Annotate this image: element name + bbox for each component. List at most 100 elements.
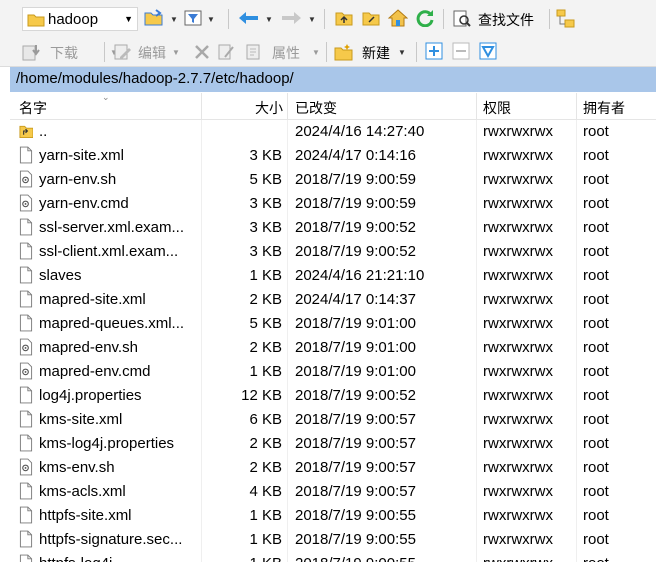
- file-modified: 2018/7/19 9:00:59: [295, 171, 416, 188]
- file-name: ..: [39, 123, 48, 140]
- sort-chevron-icon: ⌄: [102, 92, 110, 102]
- file-modified: 2018/7/19 9:00:57: [295, 459, 416, 476]
- file-icon: [19, 410, 33, 428]
- column-divider[interactable]: [576, 93, 577, 119]
- file-name: mapred-queues.xml...: [39, 315, 185, 332]
- file-modified: 2024/4/16 14:27:40: [295, 123, 425, 140]
- find-files-button[interactable]: 查找文件: [450, 7, 546, 31]
- file-row[interactable]: httpfs-signature.sec... 1 KB 2018/7/19 9:0…: [10, 528, 656, 552]
- file-name: httpfs-log4j...: [39, 555, 201, 562]
- file-permissions: rwxrwxrwx: [483, 219, 553, 236]
- column-divider[interactable]: [201, 93, 202, 119]
- column-divider[interactable]: [287, 93, 288, 119]
- root-directory-icon[interactable]: [362, 10, 380, 26]
- file-name: ssl-client.xml.exam...: [39, 243, 179, 260]
- file-permissions: rwxrwxrwx: [483, 123, 553, 140]
- column-modified-header[interactable]: 已改变: [295, 98, 337, 118]
- properties-button[interactable]: 属性 ▼: [244, 40, 320, 64]
- file-row[interactable]: mapred-env.cmd 1 KB 2018/7/19 9:01:00 rwxrw…: [10, 360, 656, 384]
- file-row[interactable]: yarn-site.xml 3 KB 2024/4/17 0:14:16 rwxrwx…: [10, 144, 656, 168]
- back-arrow-icon[interactable]: [238, 11, 260, 25]
- file-permissions: rwxrwxrwx: [483, 339, 553, 356]
- select-filter-icon[interactable]: [479, 42, 497, 60]
- column-name-header[interactable]: 名字: [19, 98, 47, 118]
- file-row[interactable]: kms-log4j.properties 2 KB 2018/7/19 9:00:5…: [10, 432, 656, 456]
- file-permissions: rwxrwxrwx: [483, 507, 553, 524]
- file-row[interactable]: kms-acls.xml 4 KB 2018/7/19 9:00:57 rwxrwxr…: [10, 480, 656, 504]
- minus-icon[interactable]: [452, 42, 470, 60]
- file-icon: [19, 554, 33, 562]
- file-icon: [19, 482, 33, 500]
- file-name: kms-env.sh: [39, 459, 115, 476]
- rename-icon[interactable]: [218, 43, 236, 61]
- file-size: 1 KB: [249, 531, 282, 548]
- chevron-down-icon[interactable]: ▼: [265, 15, 273, 24]
- file-icon: [19, 218, 33, 236]
- file-owner: root: [583, 147, 609, 164]
- tree-view-icon[interactable]: [556, 9, 576, 29]
- edit-button[interactable]: 编辑 ▼: [112, 40, 182, 64]
- refresh-icon[interactable]: [415, 9, 435, 27]
- file-row[interactable]: yarn-env.cmd 3 KB 2018/7/19 9:00:59 rwxrwxr…: [10, 192, 656, 216]
- file-row[interactable]: mapred-site.xml 2 KB 2024/4/17 0:14:37 rwxr…: [10, 288, 656, 312]
- chevron-down-icon: ▼: [172, 48, 180, 57]
- directory-dropdown[interactable]: hadoop ▼: [22, 7, 138, 31]
- column-size-header[interactable]: 大小: [255, 98, 283, 118]
- file-row[interactable]: yarn-env.sh 5 KB 2018/7/19 9:00:59 rwxrwxrw…: [10, 168, 656, 192]
- chevron-down-icon[interactable]: ▼: [207, 15, 215, 24]
- file-permissions: rwxrwxrwx: [483, 315, 553, 332]
- file-row[interactable]: mapred-env.sh 2 KB 2018/7/19 9:01:00 rwxrwx…: [10, 336, 656, 360]
- delete-icon[interactable]: [194, 44, 210, 60]
- file-name: mapred-env.cmd: [39, 363, 151, 380]
- filter-icon[interactable]: [184, 10, 202, 26]
- file-row[interactable]: log4j.properties 12 KB 2018/7/19 9:00:52 rw…: [10, 384, 656, 408]
- chevron-down-icon[interactable]: ▼: [170, 15, 178, 24]
- file-row[interactable]: kms-site.xml 6 KB 2018/7/19 9:00:57 rwxrwxr…: [10, 408, 656, 432]
- toolbar-separator: [549, 9, 550, 29]
- plus-icon[interactable]: [425, 42, 443, 60]
- home-icon[interactable]: [388, 9, 408, 27]
- file-row[interactable]: httpfs-log4j... 1 KB 2018/7/19 9:00:55 rwxr…: [10, 552, 656, 562]
- file-row[interactable]: kms-env.sh 2 KB 2018/7/19 9:00:57 rwxrwxrwx…: [10, 456, 656, 480]
- column-header: 名字 ⌄ 大小 已改变 权限 拥有者: [10, 92, 656, 120]
- file-owner: root: [583, 555, 609, 562]
- new-button[interactable]: 新建 ▼: [332, 40, 408, 64]
- file-owner: root: [583, 387, 609, 404]
- path-bar[interactable]: /home/modules/hadoop-2.7.7/etc/hadoop/: [10, 67, 656, 92]
- column-owner-header[interactable]: 拥有者: [583, 98, 625, 118]
- open-folder-icon[interactable]: [144, 9, 164, 27]
- file-row[interactable]: .. 2024/4/16 14:27:40 rwxrwxrwx root: [10, 120, 656, 144]
- file-size: 1 KB: [210, 555, 282, 562]
- file-list: .. 2024/4/16 14:27:40 rwxrwxrwx root yarn-si…: [10, 120, 656, 562]
- chevron-down-icon: ▼: [398, 48, 406, 57]
- file-row[interactable]: slaves 1 KB 2024/4/16 21:21:10 rwxrwxrwx roo…: [10, 264, 656, 288]
- download-button[interactable]: 下载 ▼: [20, 40, 118, 64]
- file-owner: root: [583, 507, 609, 524]
- file-row[interactable]: ssl-client.xml.exam... 3 KB 2018/7/19 9:00…: [10, 240, 656, 264]
- file-permissions: rwxrwxrwx: [483, 555, 553, 562]
- file-permissions: rwxrwxrwx: [483, 171, 553, 188]
- file-row[interactable]: ssl-server.xml.exam... 3 KB 2018/7/19 9:00…: [10, 216, 656, 240]
- toolbar-separator: [443, 9, 444, 29]
- file-permissions: rwxrwxrwx: [483, 291, 553, 308]
- file-owner: root: [583, 291, 609, 308]
- file-size: 2 KB: [249, 339, 282, 356]
- file-row[interactable]: httpfs-site.xml 1 KB 2018/7/19 9:00:55 rwxr…: [10, 504, 656, 528]
- file-name: ssl-server.xml.exam...: [39, 219, 185, 236]
- file-size: 3 KB: [249, 195, 282, 212]
- file-icon: [19, 434, 33, 452]
- file-modified: 2024/4/17 0:14:16: [295, 147, 416, 164]
- file-name: log4j.properties: [39, 387, 142, 404]
- file-name: httpfs-signature.sec...: [39, 531, 183, 548]
- column-permissions-header[interactable]: 权限: [483, 98, 511, 118]
- file-row[interactable]: mapred-queues.xml... 5 KB 2018/7/19 9:01:0…: [10, 312, 656, 336]
- forward-arrow-icon[interactable]: [280, 11, 302, 25]
- toolbar-separator: [228, 9, 229, 29]
- file-size: 5 KB: [249, 171, 282, 188]
- file-toolbar: 下载 ▼ 编辑 ▼ 属性 ▼ 新建 ▼: [0, 38, 656, 67]
- column-divider[interactable]: [476, 93, 477, 119]
- parent-directory-icon[interactable]: [335, 10, 353, 26]
- chevron-down-icon[interactable]: ▼: [308, 15, 316, 24]
- file-permissions: rwxrwxrwx: [483, 459, 553, 476]
- toolbar-separator: [416, 42, 417, 62]
